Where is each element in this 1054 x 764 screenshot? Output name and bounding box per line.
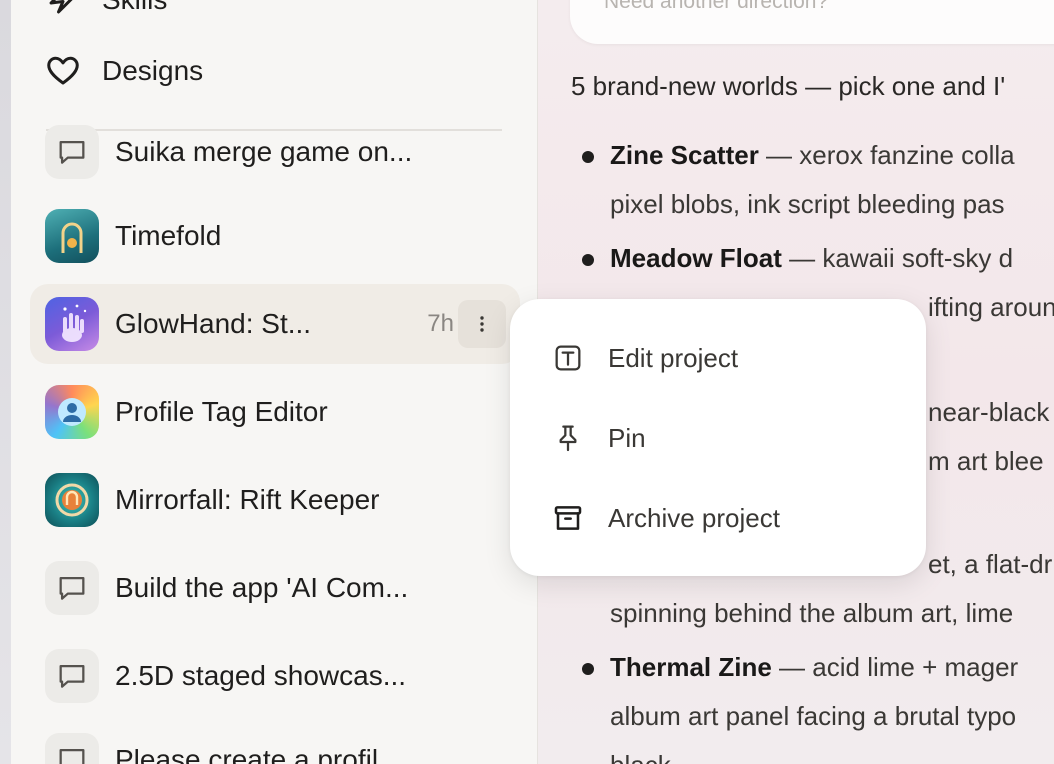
message-line: ifting aroun	[928, 292, 1054, 322]
message-line: black	[610, 750, 671, 764]
prompt-input-placeholder: Need another direction?	[604, 0, 829, 13]
project-label: Profile Tag Editor	[115, 396, 328, 427]
project-label: 2.5D staged showcas...	[115, 660, 407, 691]
glowhand-app-icon	[45, 297, 99, 351]
text-edit-icon	[555, 345, 581, 371]
message-line: Meadow Float — kawaii soft-sky d	[610, 243, 1014, 273]
message-line: spinning behind the album art, lime	[610, 598, 1014, 628]
heart-icon	[47, 56, 79, 85]
project-timestamp: 7h	[427, 310, 454, 337]
message-line: near-black	[928, 397, 1050, 427]
project-row-glowhand[interactable]: GlowHand: St... 7h	[30, 284, 520, 364]
message-line: album art panel facing a brutal typo	[610, 701, 1017, 731]
chat-icon	[45, 649, 99, 703]
chat-icon	[45, 125, 99, 179]
window-edge	[0, 0, 11, 764]
menu-item-label: Pin	[608, 422, 646, 453]
project-row[interactable]: 2.5D staged showcas...	[30, 636, 520, 716]
project-label: Timefold	[115, 220, 222, 251]
project-row-timefold[interactable]: Timefold	[30, 196, 520, 276]
profile-tag-app-icon	[45, 385, 99, 439]
menu-item-label: Archive project	[608, 502, 780, 533]
bullet-dot	[582, 663, 594, 675]
project-row[interactable]: Build the app 'AI Com...	[30, 548, 520, 628]
project-label: Suika merge game on...	[115, 136, 413, 167]
pin-icon	[559, 425, 577, 452]
prompt-input-card[interactable]: Need another direction?	[570, 0, 1054, 44]
menu-item-edit-project[interactable]: Edit project	[552, 334, 738, 382]
nav-designs-label: Designs	[102, 55, 204, 86]
project-row[interactable]: Please create a profil...	[30, 720, 520, 764]
bullet-dot	[582, 254, 594, 266]
mirrorfall-app-icon	[45, 473, 99, 527]
nav-skills-label: Skills	[102, 0, 167, 16]
message-line: Zine Scatter — xerox fanzine colla	[610, 140, 1015, 170]
project-row[interactable]: Suika merge game on...	[30, 112, 520, 192]
archive-icon	[554, 506, 582, 530]
more-options-button[interactable]	[458, 300, 506, 348]
message-line: pixel blobs, ink script bleeding pas	[610, 189, 1005, 219]
more-vertical-icon	[480, 316, 484, 332]
message-line: et, a flat-dr	[928, 549, 1053, 579]
sidebar: Skills Designs Suika merge game on... Ti…	[11, 0, 538, 764]
sparkle-icon	[49, 0, 73, 14]
menu-item-label: Edit project	[608, 342, 739, 373]
nav-designs[interactable]: Designs	[45, 49, 203, 93]
menu-item-archive-project[interactable]: Archive project	[552, 494, 780, 542]
message-line: Thermal Zine — acid lime + mager	[610, 652, 1019, 682]
project-row-profile-tag[interactable]: Profile Tag Editor	[30, 372, 520, 452]
chat-icon	[45, 733, 99, 764]
menu-item-pin[interactable]: Pin	[552, 414, 646, 462]
project-label: Build the app 'AI Com...	[115, 572, 409, 603]
project-label: Mirrorfall: Rift Keeper	[115, 484, 380, 515]
chat-icon	[45, 561, 99, 615]
message-line: m art blee	[928, 446, 1044, 476]
nav-skills[interactable]: Skills	[45, 0, 167, 22]
project-label: GlowHand: St...	[115, 308, 312, 339]
bullet-dot	[582, 151, 594, 163]
project-label: Please create a profil...	[115, 744, 402, 764]
timefold-app-icon	[45, 209, 99, 263]
assistant-intro: 5 brand-new worlds — pick one and I'	[571, 71, 1006, 101]
project-context-menu: Edit project Pin Archive project	[510, 299, 926, 576]
project-row-mirrorfall[interactable]: Mirrorfall: Rift Keeper	[30, 460, 520, 540]
